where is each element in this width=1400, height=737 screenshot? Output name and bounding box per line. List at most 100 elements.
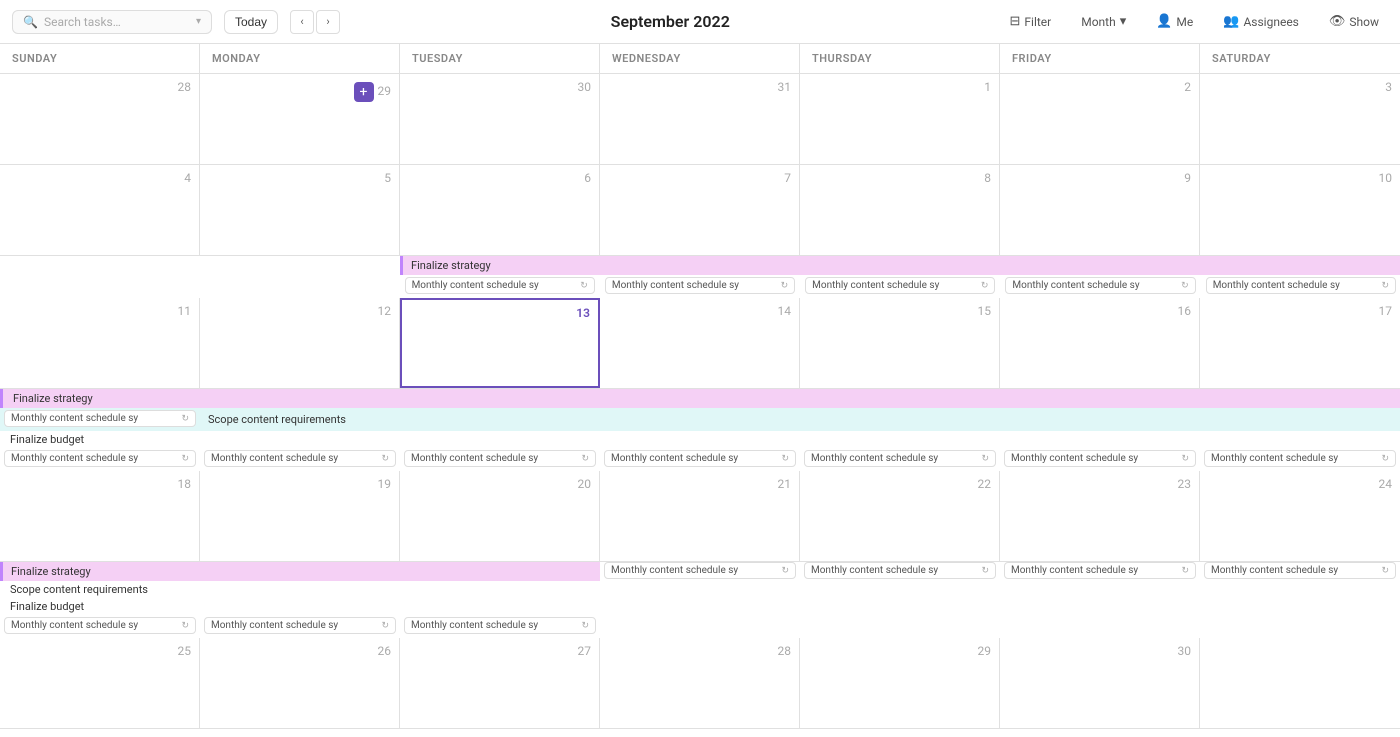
- day-cell-9[interactable]: 9: [1000, 165, 1200, 255]
- task-pill[interactable]: Monthly content schedule sy ↻: [1004, 562, 1196, 579]
- task-pill[interactable]: Monthly content schedule sy ↻: [804, 562, 996, 579]
- task-pill[interactable]: Monthly content schedule sy ↻: [204, 617, 396, 634]
- task-label: Monthly content schedule sy: [611, 565, 738, 576]
- finalize-strategy-partial[interactable]: Finalize strategy: [0, 562, 600, 581]
- task-pill[interactable]: Monthly content schedule sy ↻: [605, 277, 795, 294]
- task-pill[interactable]: Monthly content schedule sy ↻: [1004, 450, 1196, 467]
- finalize-strategy-full[interactable]: Finalize strategy: [0, 389, 1400, 408]
- day-cell-6[interactable]: 6: [400, 165, 600, 255]
- day-cell-13[interactable]: 13: [400, 298, 600, 388]
- task-label: Monthly content schedule sy: [612, 280, 739, 291]
- sync-icon: ↻: [381, 621, 389, 631]
- day-cell-29b[interactable]: 29: [800, 638, 1000, 728]
- day-cell-24[interactable]: 24: [1200, 471, 1400, 561]
- day-cell-23[interactable]: 23: [1000, 471, 1200, 561]
- task-pill[interactable]: Monthly content schedule sy ↻: [404, 617, 596, 634]
- assignees-button[interactable]: 👥 Assignees: [1214, 9, 1308, 34]
- prev-month-button[interactable]: ‹: [290, 10, 314, 34]
- week1-cells: 28 + 29 30 31 1 2 3: [0, 74, 1400, 164]
- task-pill[interactable]: Monthly content schedule sy ↻: [4, 617, 196, 634]
- pill-col-thu: Monthly content schedule sy ↻: [801, 277, 999, 296]
- task-label: Monthly content schedule sy: [211, 453, 338, 464]
- task-pill[interactable]: Monthly content schedule sy ↻: [604, 562, 796, 579]
- scope-text: Scope content requirements: [200, 410, 1400, 429]
- day-cell-11[interactable]: 11: [0, 298, 200, 388]
- day-cell-15[interactable]: 15: [800, 298, 1000, 388]
- day-cell-14[interactable]: 14: [600, 298, 800, 388]
- day-cell-29[interactable]: + 29: [200, 74, 400, 164]
- next-month-button[interactable]: ›: [316, 10, 340, 34]
- task-label: Monthly content schedule sy: [411, 620, 538, 631]
- me-button[interactable]: 👤 Me: [1147, 9, 1202, 34]
- monthly-content-pills-row: Monthly content schedule sy ↻ Monthly co…: [0, 275, 1400, 298]
- scope-row: Monthly content schedule sy ↻ Scope cont…: [0, 408, 1400, 431]
- week3-events-area: Finalize strategy Monthly content schedu…: [0, 256, 1400, 298]
- day-cell-30b[interactable]: 30: [1000, 638, 1200, 728]
- day-cell-30[interactable]: 30: [400, 74, 600, 164]
- show-button[interactable]: 👁 Show: [1320, 9, 1388, 34]
- task-pill[interactable]: Monthly content schedule sy ↻: [805, 277, 995, 294]
- sync-icon: ↻: [1181, 281, 1189, 291]
- day-cell-21[interactable]: 21: [600, 471, 800, 561]
- empty-col: [200, 256, 400, 275]
- task-pill[interactable]: Monthly content schedule sy ↻: [405, 277, 595, 294]
- day-cell-26[interactable]: 26: [200, 638, 400, 728]
- date-num: 28: [4, 78, 195, 96]
- today-button[interactable]: Today: [224, 10, 278, 34]
- day-cell-18[interactable]: 18: [0, 471, 200, 561]
- task-pill[interactable]: Monthly content schedule sy ↻: [604, 450, 796, 467]
- day-cell-12[interactable]: 12: [200, 298, 400, 388]
- day-cell-10[interactable]: 10: [1200, 165, 1400, 255]
- day-cell-28[interactable]: 28: [0, 74, 200, 164]
- task-pill[interactable]: Monthly content schedule sy ↻: [804, 450, 996, 467]
- day-cell-3[interactable]: 3: [1200, 74, 1400, 164]
- day-cell-1[interactable]: 1: [800, 74, 1000, 164]
- task-pill[interactable]: Monthly content schedule sy ↻: [1005, 277, 1195, 294]
- me-label: Me: [1176, 15, 1193, 29]
- add-task-button[interactable]: +: [354, 82, 374, 102]
- day-cell-17[interactable]: 17: [1200, 298, 1400, 388]
- day-cell-22[interactable]: 22: [800, 471, 1000, 561]
- week-row-3: Finalize strategy Monthly content schedu…: [0, 256, 1400, 389]
- day-cell-2[interactable]: 2: [1000, 74, 1200, 164]
- finalize-strategy-event[interactable]: Finalize strategy: [400, 256, 1400, 275]
- day-cell-28b[interactable]: 28: [600, 638, 800, 728]
- day-cell-16[interactable]: 16: [1000, 298, 1200, 388]
- day-cell-25[interactable]: 25: [0, 638, 200, 728]
- day-cell-7[interactable]: 7: [600, 165, 800, 255]
- day-cell-8[interactable]: 8: [800, 165, 1000, 255]
- day-cell-4[interactable]: 4: [0, 165, 200, 255]
- sync-icon: ↻: [581, 621, 589, 631]
- task-label: Monthly content schedule sy: [1012, 280, 1139, 291]
- task-pill[interactable]: Monthly content schedule sy ↻: [1206, 277, 1396, 294]
- pill-col-fri: Monthly content schedule sy ↻: [1001, 277, 1199, 296]
- task-pill[interactable]: Monthly content schedule sy ↻: [404, 450, 596, 467]
- filter-label: Filter: [1024, 15, 1051, 29]
- empty-pill: [1000, 617, 1200, 636]
- chevron-down-icon: ▾: [196, 16, 201, 27]
- date-num: 15: [804, 302, 995, 320]
- day-cell-5[interactable]: 5: [200, 165, 400, 255]
- month-button[interactable]: Month ▾: [1072, 9, 1135, 34]
- calendar: Sunday Monday Tuesday Wednesday Thursday…: [0, 44, 1400, 737]
- task-label: Monthly content schedule sy: [412, 280, 539, 291]
- app-header: 🔍 Search tasks… ▾ Today ‹ › September 20…: [0, 0, 1400, 44]
- task-pill[interactable]: Monthly content schedule sy ↻: [1204, 450, 1396, 467]
- date-num: 6: [404, 169, 595, 187]
- day-cell-27[interactable]: 27: [400, 638, 600, 728]
- week-row-4: Finalize strategy Monthly content schedu…: [0, 389, 1400, 562]
- task-pill[interactable]: Monthly content schedule sy ↻: [4, 410, 196, 427]
- date-num: + 29: [204, 78, 395, 104]
- day-cell-20[interactable]: 20: [400, 471, 600, 561]
- search-bar[interactable]: 🔍 Search tasks… ▾: [12, 10, 212, 34]
- date-num: 11: [4, 302, 195, 320]
- date-num: 23: [1004, 475, 1195, 493]
- task-pill[interactable]: Monthly content schedule sy ↻: [1204, 562, 1396, 579]
- task-pill[interactable]: Monthly content schedule sy ↻: [4, 450, 196, 467]
- task-pill[interactable]: Monthly content schedule sy ↻: [204, 450, 396, 467]
- day-cell-19[interactable]: 19: [200, 471, 400, 561]
- day-cell-31[interactable]: 31: [600, 74, 800, 164]
- sync-icon: ↻: [581, 454, 589, 464]
- filter-button[interactable]: ⊟ Filter: [1000, 9, 1060, 34]
- search-input[interactable]: Search tasks…: [44, 15, 121, 29]
